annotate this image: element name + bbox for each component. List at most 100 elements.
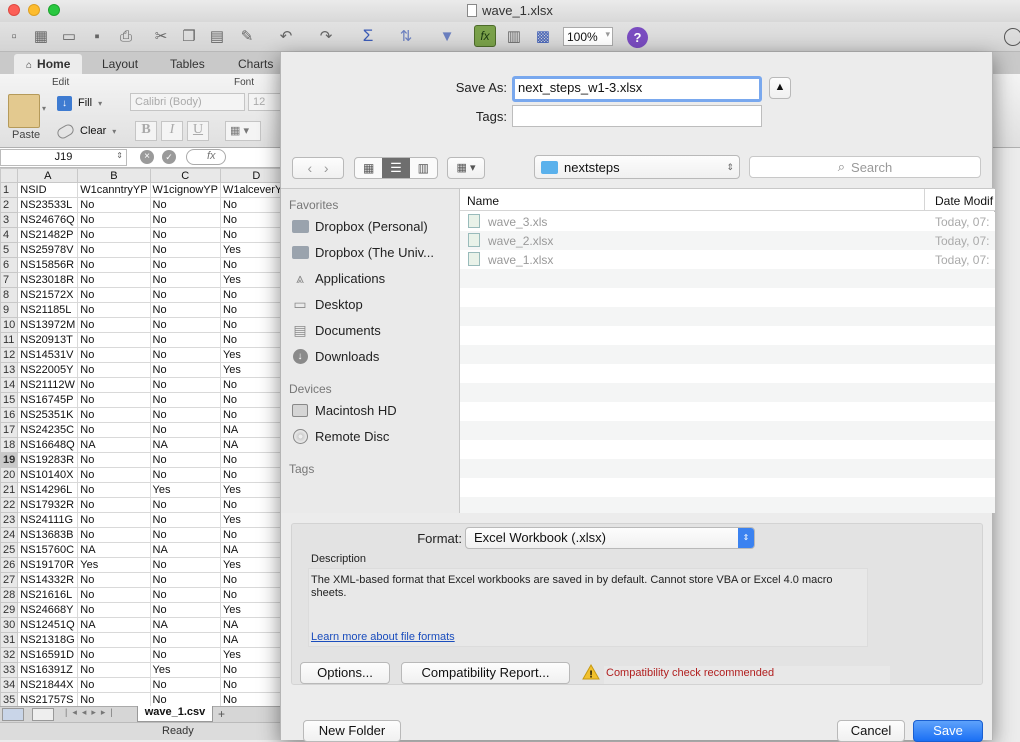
table-cell[interactable]: No <box>149 452 221 468</box>
font-size-select[interactable]: 12 <box>248 93 282 111</box>
autosum-icon[interactable]: Σ <box>355 25 381 47</box>
table-cell[interactable]: W1alceverYP <box>219 182 282 198</box>
back-forward-buttons[interactable]: ‹ › <box>292 157 344 179</box>
row-header[interactable]: 4 <box>0 227 19 243</box>
bold-button[interactable]: B <box>135 121 157 141</box>
column-header[interactable]: B <box>77 168 151 183</box>
table-cell[interactable]: NS21572X <box>17 287 79 303</box>
table-cell[interactable]: NA <box>149 542 221 558</box>
table-cell[interactable]: No <box>77 677 151 693</box>
format-painter-icon[interactable]: ✎ <box>236 25 258 47</box>
table-cell[interactable]: No <box>219 527 282 543</box>
filename-input[interactable]: next_steps_w1-3.xlsx <box>512 76 762 102</box>
table-cell[interactable]: No <box>219 467 282 483</box>
table-cell[interactable]: No <box>149 407 221 423</box>
table-cell[interactable]: No <box>219 287 282 303</box>
table-cell[interactable]: NS15760C <box>17 542 79 558</box>
table-cell[interactable]: NS15856R <box>17 257 79 273</box>
table-cell[interactable]: NA <box>77 617 151 633</box>
table-cell[interactable]: No <box>77 377 151 393</box>
table-cell[interactable]: NS21844X <box>17 677 79 693</box>
table-cell[interactable]: NS24668Y <box>17 602 79 618</box>
table-cell[interactable]: No <box>77 227 151 243</box>
table-cell[interactable]: No <box>219 302 282 318</box>
table-cell[interactable]: No <box>77 317 151 333</box>
table-cell[interactable]: No <box>77 272 151 288</box>
compatibility-report-button[interactable]: Compatibility Report... <box>401 662 570 684</box>
table-cell[interactable]: No <box>77 512 151 528</box>
icon-view-icon[interactable]: ▦ <box>355 158 382 178</box>
row-header[interactable]: 21 <box>0 482 19 498</box>
table-cell[interactable]: No <box>77 572 151 588</box>
search-icon[interactable] <box>1004 28 1020 46</box>
file-row[interactable]: wave_1.xlsx Today, 07: <box>460 250 995 269</box>
table-cell[interactable]: Yes <box>219 272 282 288</box>
table-cell[interactable]: No <box>149 392 221 408</box>
table-cell[interactable]: No <box>77 422 151 438</box>
row-header[interactable]: 23 <box>0 512 19 528</box>
sidebar-item-downloads[interactable]: ↓ Downloads <box>291 344 379 368</box>
table-cell[interactable]: NS14296L <box>17 482 79 498</box>
redo-icon[interactable]: ↷ <box>312 25 340 47</box>
table-cell[interactable]: No <box>219 377 282 393</box>
cut-icon[interactable]: ✂ <box>150 25 172 47</box>
table-cell[interactable]: NS19170R <box>17 557 79 573</box>
table-cell[interactable]: No <box>149 602 221 618</box>
table-cell[interactable]: No <box>77 302 151 318</box>
table-cell[interactable]: No <box>219 257 282 273</box>
sheet-tab-wave-1[interactable]: wave_1.csv <box>137 706 213 722</box>
undo-icon[interactable]: ↶ <box>272 25 300 47</box>
table-cell[interactable]: NS22005Y <box>17 362 79 378</box>
tab-charts[interactable]: Charts <box>226 54 285 74</box>
toolbox-icon[interactable]: ▥ <box>503 25 525 47</box>
row-header[interactable]: 17 <box>0 422 19 438</box>
spreadsheet-grid[interactable]: A B C D 1 NSID W1canntryYP W1cignowYP W1alceverY… <box>0 168 282 708</box>
table-cell[interactable]: No <box>77 647 151 663</box>
row-header[interactable]: 11 <box>0 332 19 348</box>
table-cell[interactable]: No <box>219 497 282 513</box>
table-cell[interactable]: Yes <box>219 602 282 618</box>
table-cell[interactable]: Yes <box>219 557 282 573</box>
table-cell[interactable]: NS12451Q <box>17 617 79 633</box>
font-name-select[interactable]: Calibri (Body) <box>130 93 245 111</box>
row-header[interactable]: 26 <box>0 557 19 573</box>
row-header[interactable]: 28 <box>0 587 19 603</box>
table-cell[interactable]: No <box>219 407 282 423</box>
table-cell[interactable]: Yes <box>149 662 221 678</box>
cancel-entry-icon[interactable]: × <box>140 150 154 164</box>
open-icon[interactable]: ▭ <box>58 25 80 47</box>
table-cell[interactable]: No <box>149 572 221 588</box>
row-header[interactable]: 27 <box>0 572 19 588</box>
table-cell[interactable]: No <box>77 212 151 228</box>
print-icon[interactable]: ⎙ <box>115 25 137 47</box>
row-header[interactable]: 6 <box>0 257 19 273</box>
table-cell[interactable]: No <box>77 362 151 378</box>
table-cell[interactable]: Yes <box>219 647 282 663</box>
table-cell[interactable]: No <box>149 677 221 693</box>
table-cell[interactable]: NA <box>219 422 282 438</box>
table-cell[interactable]: W1canntryYP <box>77 182 151 198</box>
table-cell[interactable]: NS24235C <box>17 422 79 438</box>
table-cell[interactable]: No <box>149 317 221 333</box>
table-cell[interactable]: No <box>77 287 151 303</box>
row-header[interactable]: 18 <box>0 437 19 453</box>
row-header[interactable]: 16 <box>0 407 19 423</box>
row-header[interactable]: 15 <box>0 392 19 408</box>
table-cell[interactable]: No <box>219 317 282 333</box>
cancel-button[interactable]: Cancel <box>837 720 905 742</box>
new-folder-button[interactable]: New Folder <box>303 720 401 742</box>
row-header[interactable]: 20 <box>0 467 19 483</box>
location-popup[interactable]: nextsteps ⇕ <box>534 155 740 179</box>
table-cell[interactable]: NS13683B <box>17 527 79 543</box>
row-header[interactable]: 9 <box>0 302 19 318</box>
formula-builder-icon[interactable]: fx <box>474 25 496 47</box>
table-cell[interactable]: NS17932R <box>17 497 79 513</box>
list-view-icon[interactable]: ☰ <box>382 158 410 178</box>
table-cell[interactable]: NS19283R <box>17 452 79 468</box>
new-document-icon[interactable]: ▫ <box>3 25 25 47</box>
add-sheet-button[interactable]: + <box>218 707 225 721</box>
column-view-icon[interactable]: ▥ <box>410 158 437 178</box>
table-cell[interactable]: No <box>149 467 221 483</box>
row-header[interactable]: 33 <box>0 662 19 678</box>
table-cell[interactable]: NS16745P <box>17 392 79 408</box>
